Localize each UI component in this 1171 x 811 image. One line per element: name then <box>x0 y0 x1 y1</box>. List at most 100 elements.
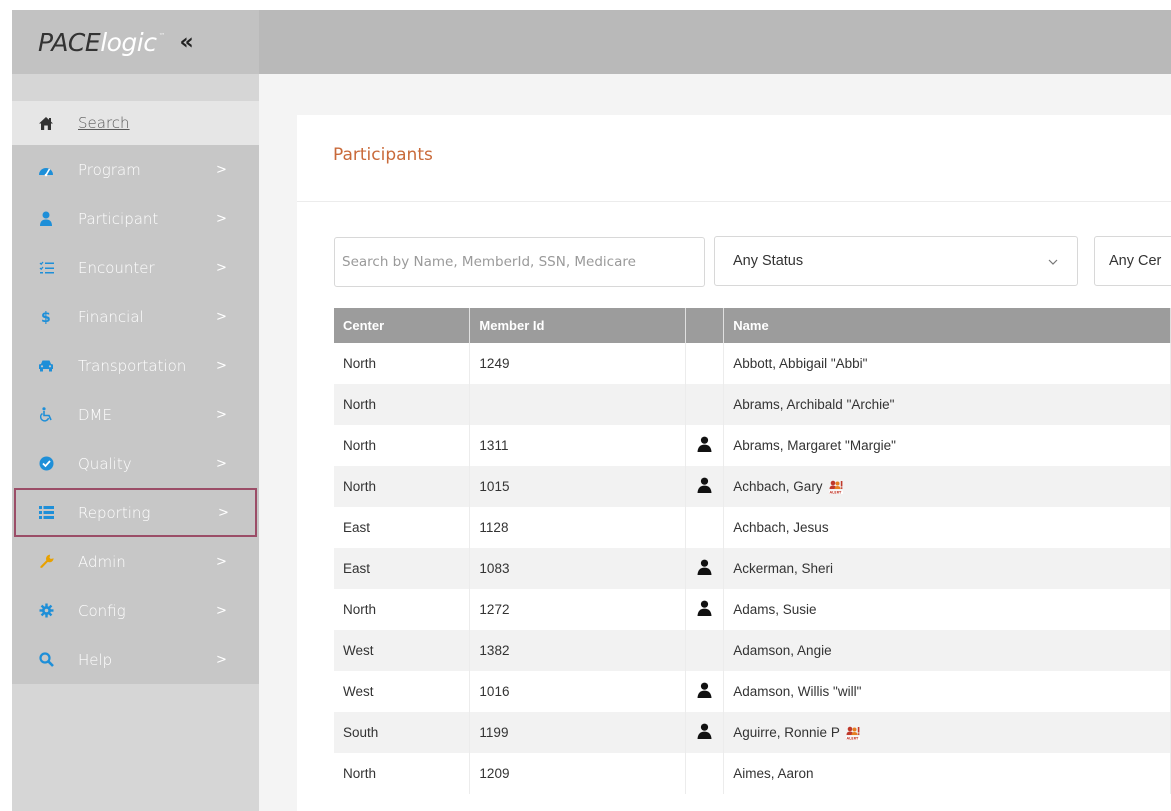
participant-name[interactable]: Achbach, Jesus <box>733 520 828 535</box>
cell-icon <box>685 671 725 712</box>
column-header-member-id[interactable]: Member Id <box>469 308 687 343</box>
sidebar-item-help[interactable]: Help > <box>12 635 259 684</box>
cell-icon <box>685 630 725 671</box>
cell-name[interactable]: Abbott, Abbigail "Abbi" <box>723 343 1171 384</box>
cell-member-id: 1272 <box>469 589 687 630</box>
table-row[interactable]: North 1015 Achbach, Gary ALERT <box>334 466 1171 507</box>
cell-name[interactable]: Adamson, Willis "will" <box>723 671 1171 712</box>
table-row[interactable]: North 1249 Abbott, Abbigail "Abbi" <box>334 343 1171 384</box>
cell-icon <box>685 466 725 507</box>
participant-name[interactable]: Ackerman, Sheri <box>733 561 833 576</box>
wheelchair-icon <box>36 405 56 425</box>
search-field[interactable] <box>334 237 705 287</box>
participant-name[interactable]: Abrams, Margaret "Margie" <box>733 438 896 453</box>
cell-icon <box>685 753 725 794</box>
chevron-down-icon <box>1047 253 1059 265</box>
alert-icon[interactable]: ALERT <box>828 480 843 495</box>
person-icon[interactable] <box>697 682 712 701</box>
person-icon[interactable] <box>697 723 712 742</box>
cell-name[interactable]: Achbach, Gary ALERT <box>723 466 1171 507</box>
brand-area: PACElogic ™ « <box>12 10 259 74</box>
cell-icon <box>685 343 725 384</box>
sidebar-item-participant[interactable]: Participant > <box>12 194 259 243</box>
sidebar-item-admin[interactable]: Admin > <box>12 537 259 586</box>
sidebar-item-reporting[interactable]: Reporting > <box>14 488 257 537</box>
cell-center: East <box>334 548 471 589</box>
table-row[interactable]: North 1209 Aimes, Aaron <box>334 753 1171 794</box>
table-row[interactable]: North 1272 Adams, Susie <box>334 589 1171 630</box>
sidebar-item-financial[interactable]: $ Financial > <box>12 292 259 341</box>
cell-member-id <box>469 384 687 425</box>
participant-name[interactable]: Abrams, Archibald "Archie" <box>733 397 894 412</box>
cell-center: North <box>334 384 471 425</box>
column-header-center[interactable]: Center <box>334 308 471 343</box>
sidebar: Search Program > Participant > Encounter… <box>12 74 259 811</box>
table-row[interactable]: North Abrams, Archibald "Archie" <box>334 384 1171 425</box>
table-row[interactable]: West 1016 Adamson, Willis "will" <box>334 671 1171 712</box>
chevron-right-icon: > <box>216 456 227 471</box>
sidebar-item-label: Financial <box>78 307 144 326</box>
person-icon[interactable] <box>697 477 712 496</box>
magnifier-icon <box>36 650 56 670</box>
participant-name[interactable]: Adamson, Angie <box>733 643 831 658</box>
cell-center: East <box>334 507 471 548</box>
table-row[interactable]: North 1311 Abrams, Margaret "Margie" <box>334 425 1171 466</box>
sidebar-item-label: Quality <box>78 454 132 473</box>
participant-name[interactable]: Achbach, Gary <box>733 479 822 494</box>
sidebar-item-config[interactable]: Config > <box>12 586 259 635</box>
chevron-right-icon: > <box>216 309 227 324</box>
column-header-name[interactable]: Name <box>723 308 1171 343</box>
cell-member-id: 1199 <box>469 712 687 753</box>
cell-name[interactable]: Aimes, Aaron <box>723 753 1171 794</box>
table-header-row: Center Member Id Name <box>334 308 1171 343</box>
cell-icon <box>685 425 725 466</box>
svg-text:$: $ <box>41 310 51 324</box>
participant-name[interactable]: Adams, Susie <box>733 602 816 617</box>
table-row[interactable]: South 1199 Aguirre, Ronnie P ALERT <box>334 712 1171 753</box>
sidebar-item-transportation[interactable]: Transportation > <box>12 341 259 390</box>
cell-name[interactable]: Adamson, Angie <box>723 630 1171 671</box>
sidebar-item-search[interactable]: Search <box>12 101 259 145</box>
participant-name[interactable]: Aguirre, Ronnie P <box>733 725 840 740</box>
cell-member-id: 1015 <box>469 466 687 507</box>
brand-logo[interactable]: PACElogic <box>38 28 157 57</box>
person-icon[interactable] <box>697 436 712 455</box>
cell-name[interactable]: Abrams, Margaret "Margie" <box>723 425 1171 466</box>
table-row[interactable]: West 1382 Adamson, Angie <box>334 630 1171 671</box>
svg-text:ALERT: ALERT <box>846 737 859 740</box>
participant-name[interactable]: Abbott, Abbigail "Abbi" <box>733 356 867 371</box>
sidebar-item-quality[interactable]: Quality > <box>12 439 259 488</box>
sidebar-item-label: Search <box>78 114 130 132</box>
participant-name[interactable]: Adamson, Willis "will" <box>733 684 861 699</box>
cell-name[interactable]: Adams, Susie <box>723 589 1171 630</box>
sidebar-item-dme[interactable]: DME > <box>12 390 259 439</box>
alert-icon[interactable]: ALERT <box>845 726 860 741</box>
cell-name[interactable]: Abrams, Archibald "Archie" <box>723 384 1171 425</box>
table-row[interactable]: East 1083 Ackerman, Sheri <box>334 548 1171 589</box>
cell-name[interactable]: Achbach, Jesus <box>723 507 1171 548</box>
center-select[interactable]: Any Cer <box>1094 236 1171 286</box>
sidebar-item-label: Encounter <box>78 258 155 277</box>
sidebar-item-program[interactable]: Program > <box>12 145 259 194</box>
cell-name[interactable]: Ackerman, Sheri <box>723 548 1171 589</box>
sidebar-item-encounter[interactable]: Encounter > <box>12 243 259 292</box>
participant-name[interactable]: Aimes, Aaron <box>733 766 813 781</box>
sidebar-item-label: Help <box>78 650 113 669</box>
chevron-right-icon: > <box>216 358 227 373</box>
collapse-sidebar-button[interactable]: « <box>180 30 194 55</box>
status-select[interactable]: Any Status <box>714 236 1078 286</box>
cell-member-id: 1209 <box>469 753 687 794</box>
sidebar-item-label: Config <box>78 601 126 620</box>
cell-member-id: 1016 <box>469 671 687 712</box>
participants-table: Center Member Id Name North 1249 Abbott, A… <box>334 308 1171 794</box>
cell-name[interactable]: Aguirre, Ronnie P ALERT <box>723 712 1171 753</box>
table-row[interactable]: East 1128 Achbach, Jesus <box>334 507 1171 548</box>
chevron-right-icon: > <box>216 603 227 618</box>
person-icon[interactable] <box>697 600 712 619</box>
column-header-icon <box>685 308 725 343</box>
search-input[interactable] <box>342 254 704 270</box>
person-icon[interactable] <box>697 559 712 578</box>
list-icon <box>36 503 56 523</box>
chevron-right-icon: > <box>216 260 227 275</box>
cell-icon <box>685 712 725 753</box>
